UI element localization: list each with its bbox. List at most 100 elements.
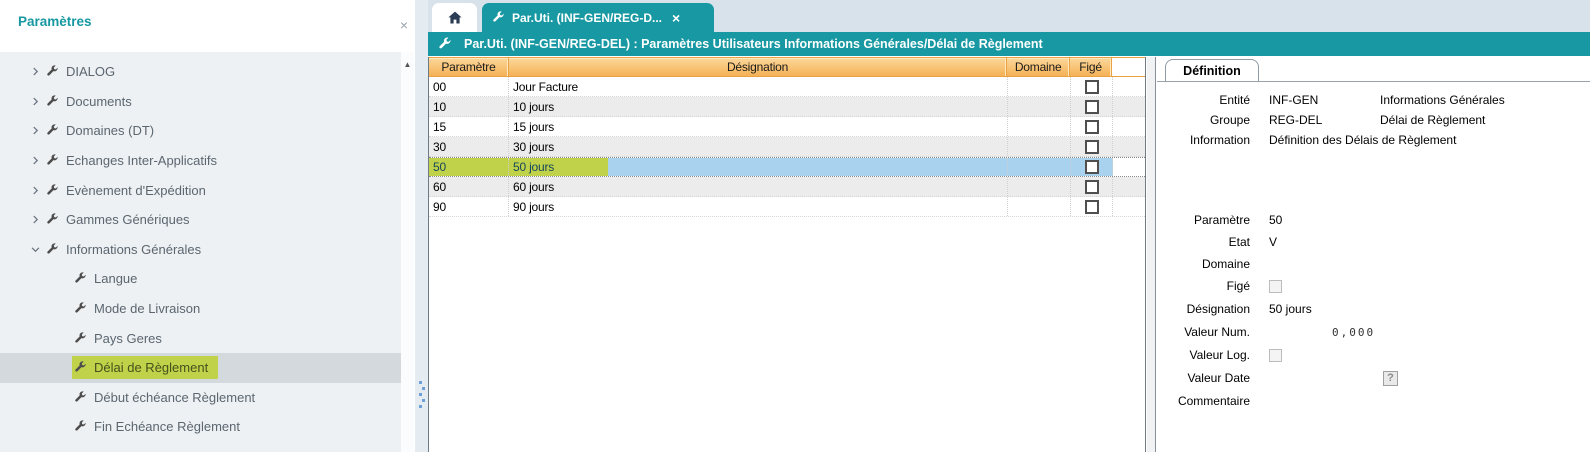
domaine-cell[interactable] [1008,197,1071,216]
wrench-icon [74,332,87,345]
designation-cell[interactable]: Jour Facture [509,77,1008,96]
domaine-cell[interactable] [1008,117,1071,136]
designation-cell[interactable]: 30 jours [509,137,1008,156]
sidebar-item[interactable]: Fin Echéance Règlement [0,412,401,442]
fige-checkbox[interactable] [1085,120,1099,134]
column-header[interactable]: Figé [1070,58,1112,76]
tab-parutil[interactable]: Par.Uti. (INF-GEN/REG-D... × [482,3,714,32]
tab-close-icon[interactable]: × [672,11,680,25]
domaine-cell[interactable] [1008,97,1071,116]
table-row[interactable]: 1515 jours [429,117,1145,137]
sidebar-item[interactable]: Echanges Inter-Applicatifs [0,146,401,176]
param-cell[interactable]: 15 [429,117,509,136]
table-panel-splitter[interactable] [1147,57,1156,452]
sidebar-item[interactable]: DIALOG [0,57,401,87]
domaine-cell[interactable] [1008,177,1071,196]
chevron-right-icon[interactable] [30,125,44,136]
chevron-right-icon[interactable] [30,155,44,166]
fige-cell[interactable] [1071,158,1113,176]
designation-cell[interactable]: 60 jours [509,177,1008,196]
splitter-grip-icon [419,381,425,411]
wrench-icon [74,391,87,404]
module-titlebar: Par.Uti. (INF-GEN/REG-DEL) : Paramètres … [428,32,1590,56]
fige-checkbox[interactable] [1085,100,1099,114]
chevron-right-icon[interactable] [30,214,44,225]
fige-cell[interactable] [1071,177,1113,196]
table-row[interactable]: 1010 jours [429,97,1145,117]
sidebar-scrollbar[interactable]: ▲ [401,52,414,452]
param-cell[interactable]: 00 [429,77,509,96]
param-cell[interactable]: 30 [429,137,509,156]
scroll-up-icon[interactable]: ▲ [401,52,414,69]
chevron-right-icon[interactable] [30,66,44,77]
sidebar-item-label: Pays Geres [94,331,162,346]
sidebar-splitter[interactable] [414,0,428,452]
domaine-cell[interactable] [1008,158,1071,176]
field-label: Paramètre [1157,213,1250,227]
sidebar-item[interactable]: Gammes Génériques [0,205,401,235]
definition-field: Désignation50 jours [1157,300,1590,318]
sidebar-item[interactable]: Evènement d'Expédition [0,175,401,205]
sidebar-item[interactable]: Documents [0,87,401,117]
field-value: 50 [1269,213,1282,227]
table-row[interactable]: 3030 jours [429,137,1145,157]
chevron-down-icon[interactable] [30,244,44,255]
fige-checkbox[interactable] [1085,200,1099,214]
chevron-right-icon[interactable] [30,185,44,196]
fige-cell[interactable] [1071,77,1113,96]
sidebar-item[interactable]: Début échéance Règlement [0,383,401,413]
designation-cell[interactable]: 10 jours [509,97,1008,116]
wrench-icon [74,302,87,315]
table-row[interactable]: 6060 jours [429,177,1145,197]
fige-cell[interactable] [1071,97,1113,116]
definition-field: Valeur Num.0,000 [1157,323,1590,341]
wrench-icon [46,154,59,167]
field-label: Information [1157,133,1250,147]
sidebar-item-label: Langue [94,271,137,286]
column-header[interactable]: Désignation [509,58,1007,76]
wrench-icon [46,124,59,137]
fige-checkbox[interactable] [1085,80,1099,94]
fige-cell[interactable] [1071,197,1113,216]
wrench-icon [492,11,505,24]
domaine-cell[interactable] [1008,137,1071,156]
field-checkbox[interactable] [1269,280,1282,293]
sidebar-item-label: Délai de Règlement [94,360,208,375]
domaine-cell[interactable] [1008,77,1071,96]
param-cell[interactable]: 60 [429,177,509,196]
designation-cell[interactable]: 90 jours [509,197,1008,216]
fige-checkbox[interactable] [1085,140,1099,154]
tab-home[interactable] [432,3,477,32]
date-picker-button[interactable]: ? [1383,371,1398,386]
fige-cell[interactable] [1071,137,1113,156]
sidebar-item[interactable]: Pays Geres [0,323,401,353]
param-cell[interactable]: 10 [429,97,509,116]
field-description: Informations Générales [1380,93,1505,107]
fige-checkbox[interactable] [1085,160,1099,174]
table-row[interactable]: 5050 jours [429,157,1145,177]
designation-cell[interactable]: 15 jours [509,117,1008,136]
chevron-right-icon [30,185,41,196]
sidebar-item-label: Mode de Livraison [94,301,200,316]
param-cell[interactable]: 90 [429,197,509,216]
sidebar-item[interactable]: Langue [0,264,401,294]
sidebar-item-label: Fin Echéance Règlement [94,419,240,434]
param-cell[interactable]: 50 [429,158,509,176]
sidebar-item[interactable]: Informations Générales [0,235,401,265]
chevron-right-icon[interactable] [30,96,44,107]
designation-cell[interactable]: 50 jours [509,158,1008,176]
field-value: 50 jours [1269,302,1312,316]
fige-cell[interactable] [1071,117,1113,136]
column-header[interactable]: Paramètre [429,58,509,76]
sidebar-item[interactable]: Mode de Livraison [0,294,401,324]
fige-checkbox[interactable] [1085,180,1099,194]
sidebar-item[interactable]: Délai de Règlement [0,353,401,383]
close-icon[interactable]: × [397,18,411,32]
table-row[interactable]: 00Jour Facture [429,77,1145,97]
sidebar-item[interactable]: Domaines (DT) [0,116,401,146]
field-checkbox[interactable] [1269,349,1282,362]
column-header[interactable]: Domaine [1007,58,1070,76]
tab-definition[interactable]: Définition [1165,59,1259,82]
chevron-right-icon [30,96,41,107]
table-row[interactable]: 9090 jours [429,197,1145,217]
